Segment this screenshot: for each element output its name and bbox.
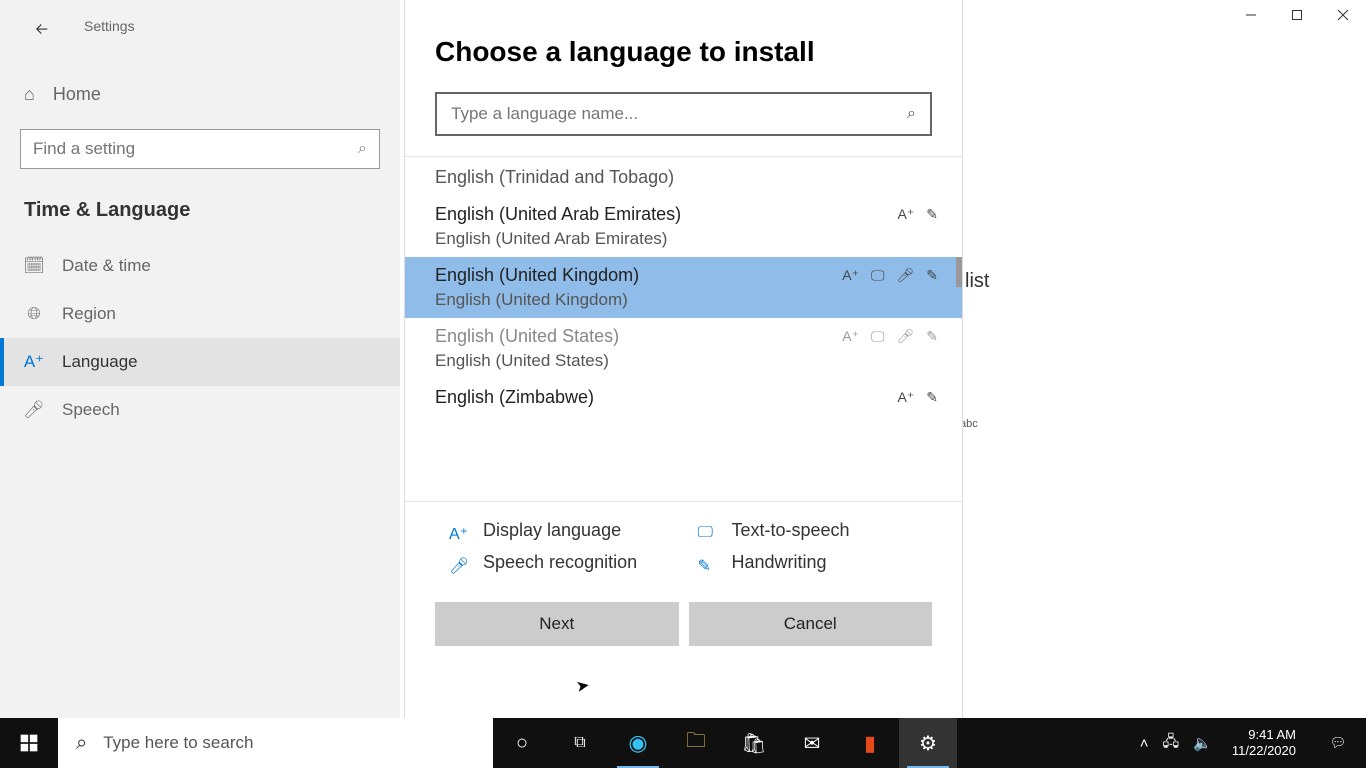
- legend-text-to-speech: 🖵 Text-to-speech: [698, 520, 933, 544]
- language-localized: English (United Kingdom): [435, 290, 932, 310]
- close-button[interactable]: [1320, 0, 1366, 30]
- volume-icon[interactable]: 🔈: [1193, 734, 1212, 752]
- system-tray: ˄ 🖧 🔈 9:41 AM 11/22/2020 💬︎: [1140, 718, 1366, 768]
- maximize-button[interactable]: [1274, 0, 1320, 30]
- search-icon: ⌕: [358, 140, 367, 158]
- language-feature-icons: A⁺ ✎: [898, 389, 938, 406]
- display-language-icon: A⁺: [842, 267, 859, 284]
- legend-label: Display language: [483, 520, 621, 541]
- microsoft-store-app[interactable]: 🛍︎: [725, 718, 783, 768]
- handwriting-icon: ✎: [926, 328, 938, 345]
- window-controls: [1228, 0, 1366, 30]
- taskbar-search[interactable]: ⌕ Type here to search: [58, 718, 493, 768]
- edge-app[interactable]: ◉: [609, 718, 667, 768]
- nav-item-speech[interactable]: 🎤︎ Speech: [0, 386, 400, 434]
- file-explorer-app[interactable]: 🗀: [667, 718, 725, 768]
- speech-icon: 🎤︎: [896, 267, 914, 284]
- language-row-disabled[interactable]: English (United States) English (United …: [405, 318, 962, 379]
- scrollbar-thumb[interactable]: [956, 257, 962, 287]
- calendar-icon: 🗓︎: [24, 256, 44, 276]
- network-icon[interactable]: 🖧: [1162, 731, 1179, 756]
- back-button[interactable]: [20, 14, 64, 44]
- taskbar-search-placeholder: Type here to search: [103, 733, 253, 753]
- tray-chevron-up-icon[interactable]: ˄: [1140, 735, 1149, 752]
- taskbar: ⌕ Type here to search ○ ⧉ ◉ 🗀 🛍︎ ✉ ▮ ⚙ ˄…: [0, 718, 1366, 768]
- search-icon: ⌕: [907, 105, 916, 123]
- tts-icon: 🖵: [698, 520, 718, 542]
- language-name: English (United Arab Emirates): [435, 204, 932, 225]
- language-list[interactable]: English (Trinidad and Tobago) English (U…: [405, 156, 962, 502]
- display-language-icon: A⁺: [898, 206, 915, 223]
- speech-icon: 🎤︎: [896, 328, 914, 345]
- legend-handwriting: ✎ Handwriting: [698, 552, 933, 576]
- settings-app[interactable]: ⚙: [899, 718, 957, 768]
- taskbar-pinned-apps: ○ ⧉ ◉ 🗀 🛍︎ ✉ ▮ ⚙: [493, 718, 957, 768]
- language-icon: A⁺: [24, 352, 44, 372]
- settings-nav-pane: Settings ⌂ Home ⌕ Time & Language 🗓︎ Dat…: [0, 0, 400, 718]
- nav-item-date-time[interactable]: 🗓︎ Date & time: [0, 242, 400, 290]
- clock-date: 11/22/2020: [1232, 743, 1296, 759]
- start-button[interactable]: [0, 718, 58, 768]
- cortana-button[interactable]: ○: [493, 718, 551, 768]
- legend-label: Handwriting: [732, 552, 827, 573]
- nav-home-label: Home: [53, 84, 101, 105]
- minimize-button[interactable]: [1228, 0, 1274, 30]
- tts-icon: 🖵: [871, 328, 885, 345]
- nav-item-language[interactable]: A⁺ Language: [0, 338, 400, 386]
- nav-section-heading: Time & Language: [24, 199, 376, 222]
- obscured-text: list: [965, 270, 989, 293]
- legend-display-language: A⁺ Display language: [449, 520, 684, 544]
- speech-icon: 🎤︎: [449, 552, 469, 576]
- tts-icon: 🖵: [871, 267, 885, 284]
- display-language-icon: A⁺: [842, 328, 859, 345]
- legend-speech-recognition: 🎤︎ Speech recognition: [449, 552, 684, 576]
- find-setting-input[interactable]: [33, 139, 358, 159]
- settings-window: Settings ⌂ Home ⌕ Time & Language 🗓︎ Dat…: [0, 0, 1366, 768]
- office-app[interactable]: ▮: [841, 718, 899, 768]
- task-view-button[interactable]: ⧉: [551, 718, 609, 768]
- language-localized: English (United States): [435, 351, 932, 371]
- mail-app[interactable]: ✉: [783, 718, 841, 768]
- handwriting-icon: ✎: [926, 389, 938, 406]
- feature-legend: A⁺ Display language 🖵 Text-to-speech 🎤︎ …: [405, 502, 962, 586]
- nav-item-label: Speech: [62, 400, 120, 420]
- globe-icon: 🌐︎: [24, 304, 44, 324]
- language-name: English (Trinidad and Tobago): [435, 167, 932, 188]
- language-feature-icons: A⁺ 🖵 🎤︎ ✎: [842, 328, 938, 345]
- handwriting-icon: ✎: [926, 267, 938, 284]
- next-button[interactable]: Next: [435, 602, 679, 646]
- language-install-dialog: Choose a language to install ⌕ English (…: [404, 0, 963, 718]
- action-center-button[interactable]: 💬︎: [1316, 718, 1360, 768]
- nav-item-label: Language: [62, 352, 138, 372]
- language-row[interactable]: English (Zimbabwe) A⁺ ✎: [405, 379, 962, 428]
- search-icon: ⌕: [76, 732, 87, 755]
- language-row[interactable]: English (United Arab Emirates) English (…: [405, 196, 962, 257]
- nav-item-region[interactable]: 🌐︎ Region: [0, 290, 400, 338]
- display-language-icon: A⁺: [898, 389, 915, 406]
- language-feature-icons: A⁺ ✎: [898, 206, 938, 223]
- clock-time: 9:41 AM: [1232, 727, 1296, 743]
- legend-label: Speech recognition: [483, 552, 637, 573]
- find-setting-search[interactable]: ⌕: [20, 129, 380, 169]
- taskbar-clock[interactable]: 9:41 AM 11/22/2020: [1232, 727, 1296, 760]
- cancel-button[interactable]: Cancel: [689, 602, 933, 646]
- microphone-icon: 🎤︎: [24, 400, 44, 420]
- legend-label: Text-to-speech: [732, 520, 850, 541]
- language-row-selected[interactable]: English (United Kingdom) English (United…: [405, 257, 962, 318]
- nav-item-label: Date & time: [62, 256, 151, 276]
- language-localized: English (United Arab Emirates): [435, 229, 932, 249]
- handwriting-icon: ✎: [926, 206, 938, 223]
- language-search-input[interactable]: [451, 104, 907, 124]
- nav-item-label: Region: [62, 304, 116, 324]
- language-row[interactable]: English (Trinidad and Tobago): [405, 157, 962, 196]
- language-feature-icons: A⁺ 🖵 🎤︎ ✎: [842, 267, 938, 284]
- handwriting-icon: ✎: [698, 552, 718, 576]
- dialog-title: Choose a language to install: [405, 36, 962, 68]
- nav-home[interactable]: ⌂ Home: [0, 74, 400, 115]
- home-icon: ⌂: [24, 84, 35, 105]
- language-search-box[interactable]: ⌕: [435, 92, 932, 136]
- language-name: English (Zimbabwe): [435, 387, 932, 408]
- display-language-icon: A⁺: [449, 520, 469, 544]
- window-title: Settings: [84, 18, 135, 34]
